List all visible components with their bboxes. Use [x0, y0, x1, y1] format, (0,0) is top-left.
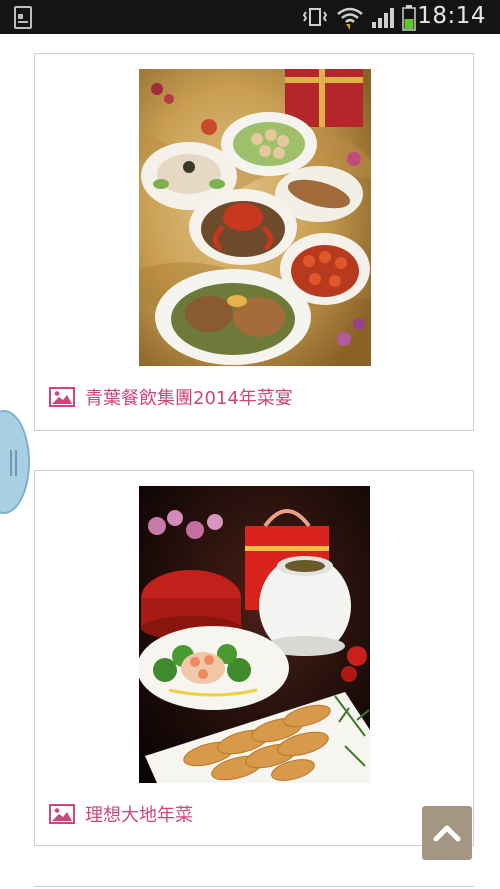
battery-icon — [402, 5, 416, 35]
image-icon — [49, 804, 75, 824]
gallery-caption-text: 理想大地年菜 — [85, 805, 193, 826]
notification-icon — [12, 5, 36, 35]
status-bar: 18:14 — [0, 0, 500, 34]
gallery-card[interactable]: 青葉餐飲集團2014年菜宴 — [34, 53, 474, 431]
signal-icon — [370, 5, 396, 33]
wifi-icon — [336, 5, 364, 35]
gallery-caption[interactable]: 青葉餐飲集團2014年菜宴 — [49, 384, 293, 410]
gallery-caption-text: 青葉餐飲集團2014年菜宴 — [85, 388, 293, 409]
grip-lines — [10, 450, 17, 476]
gallery-caption[interactable]: 理想大地年菜 — [49, 801, 193, 827]
scroll-top-button[interactable] — [422, 806, 472, 860]
gallery-photo[interactable] — [139, 486, 370, 783]
image-icon — [49, 387, 75, 407]
content-area[interactable]: 青葉餐飲集團2014年菜宴 理想大地年菜 — [0, 34, 500, 889]
chevron-up-icon — [433, 825, 461, 842]
status-time: 18:14 — [417, 3, 486, 29]
vibrate-icon — [302, 5, 328, 33]
gallery-card[interactable]: 理想大地年菜 — [34, 470, 474, 846]
gallery-photo[interactable] — [139, 69, 371, 366]
